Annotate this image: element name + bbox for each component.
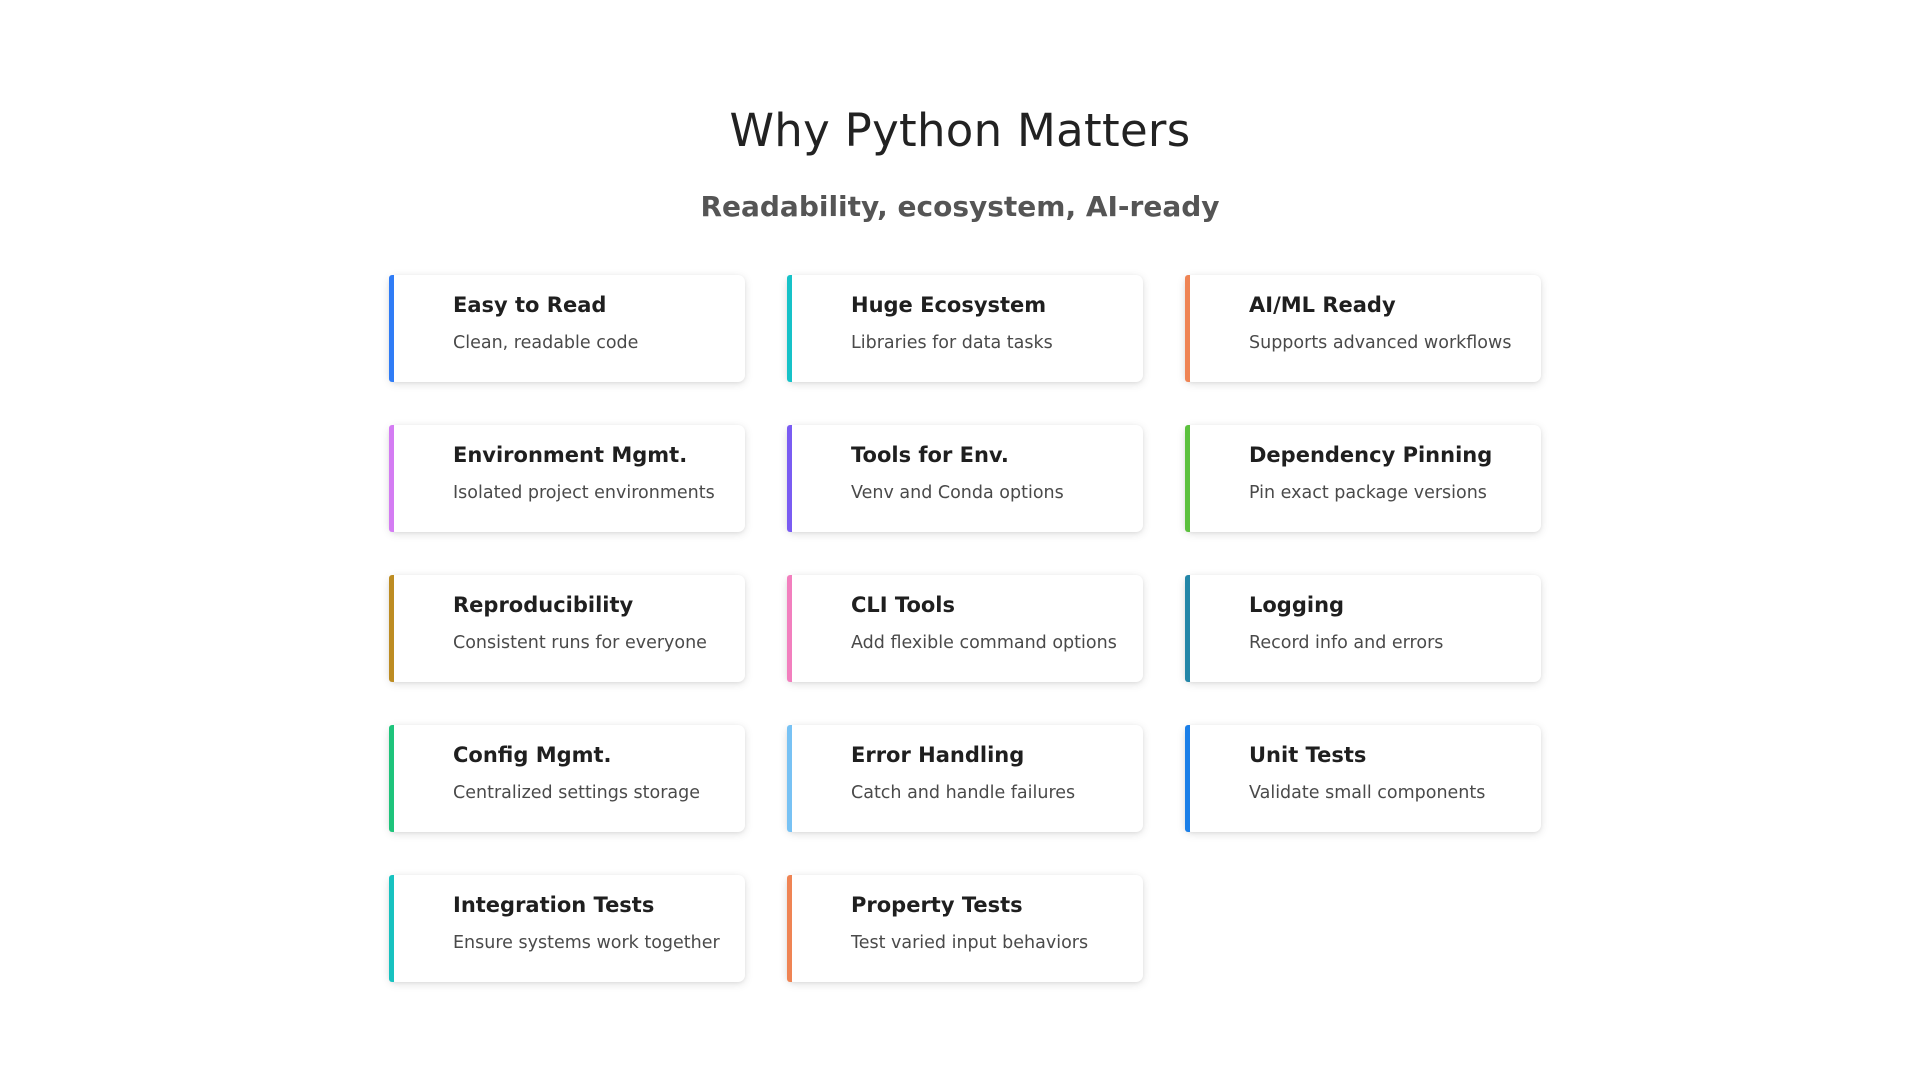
card-description: Supports advanced workflows: [1249, 333, 1512, 354]
feature-card: Config Mgmt. Centralized settings storag…: [389, 725, 745, 832]
card-description: Libraries for data tasks: [851, 333, 1053, 354]
card-description: Isolated project environments: [453, 483, 715, 504]
slide: Why Python Matters Readability, ecosyste…: [0, 0, 1920, 1080]
card-accent-bar: [787, 275, 792, 382]
card-title: Property Tests: [851, 893, 1023, 917]
card-title: Unit Tests: [1249, 743, 1367, 767]
card-description: Centralized settings storage: [453, 783, 701, 804]
card-title: CLI Tools: [851, 593, 956, 617]
card-title: Config Mgmt.: [453, 743, 612, 767]
card-accent-bar: [1185, 575, 1190, 682]
feature-card: Error Handling Catch and handle failures: [787, 725, 1143, 832]
feature-card: Unit Tests Validate small components: [1185, 725, 1541, 832]
card-title: AI/ML Ready: [1249, 293, 1396, 317]
feature-card: Easy to Read Clean, readable code: [389, 275, 745, 382]
card-accent-bar: [389, 875, 394, 982]
card-accent-bar: [1185, 425, 1190, 532]
feature-card: Integration Tests Ensure systems work to…: [389, 875, 745, 982]
card-title: Tools for Env.: [851, 443, 1009, 467]
card-accent-bar: [389, 575, 394, 682]
card-title: Error Handling: [851, 743, 1025, 767]
feature-card: Huge Ecosystem Libraries for data tasks: [787, 275, 1143, 382]
feature-grid: Easy to Read Clean, readable code Huge E…: [389, 275, 1541, 982]
card-accent-bar: [1185, 725, 1190, 832]
page-subtitle: Readability, ecosystem, AI-ready: [700, 190, 1220, 223]
card-description: Record info and errors: [1249, 633, 1444, 654]
card-accent-bar: [787, 875, 792, 982]
feature-card: CLI Tools Add flexible command options: [787, 575, 1143, 682]
feature-card: Property Tests Test varied input behavio…: [787, 875, 1143, 982]
card-title: Environment Mgmt.: [453, 443, 688, 467]
card-title: Logging: [1249, 593, 1345, 617]
card-description: Pin exact package versions: [1249, 483, 1487, 504]
card-description: Clean, readable code: [453, 333, 639, 354]
card-accent-bar: [787, 575, 792, 682]
card-description: Validate small components: [1249, 783, 1486, 804]
card-description: Test varied input behaviors: [851, 933, 1089, 954]
feature-card: Tools for Env. Venv and Conda options: [787, 425, 1143, 532]
card-description: Ensure systems work together: [453, 933, 720, 954]
card-description: Venv and Conda options: [851, 483, 1064, 504]
card-description: Consistent runs for everyone: [453, 633, 707, 654]
card-title: Easy to Read: [453, 293, 607, 317]
feature-card: Environment Mgmt. Isolated project envir…: [389, 425, 745, 532]
card-title: Reproducibility: [453, 593, 634, 617]
card-accent-bar: [389, 425, 394, 532]
card-accent-bar: [389, 725, 394, 832]
page-title: Why Python Matters: [729, 104, 1191, 157]
card-title: Dependency Pinning: [1249, 443, 1493, 467]
card-title: Huge Ecosystem: [851, 293, 1047, 317]
feature-card: Reproducibility Consistent runs for ever…: [389, 575, 745, 682]
feature-card: AI/ML Ready Supports advanced workflows: [1185, 275, 1541, 382]
card-accent-bar: [787, 425, 792, 532]
card-accent-bar: [389, 275, 394, 382]
card-description: Catch and handle failures: [851, 783, 1076, 804]
card-description: Add flexible command options: [851, 633, 1117, 654]
feature-card: Logging Record info and errors: [1185, 575, 1541, 682]
card-accent-bar: [1185, 275, 1190, 382]
feature-card: Dependency Pinning Pin exact package ver…: [1185, 425, 1541, 532]
card-accent-bar: [787, 725, 792, 832]
card-title: Integration Tests: [453, 893, 655, 917]
